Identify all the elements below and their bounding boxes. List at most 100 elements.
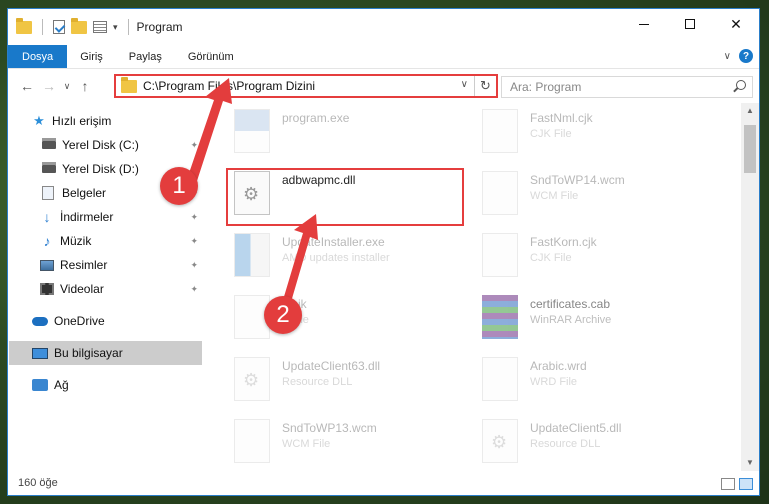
toolbar-divider (42, 19, 43, 35)
file-name: UpdateClient63.dll (282, 359, 381, 373)
toolbar-dropdown-icon[interactable]: ▾ (113, 22, 118, 33)
properties-check-icon[interactable] (53, 20, 65, 34)
address-folder-icon (121, 76, 137, 93)
videos-icon (40, 283, 54, 295)
search-input[interactable]: Ara: Program (501, 76, 753, 98)
sidebar-item-music[interactable]: ♪ Müzik ✦ (8, 229, 202, 253)
sidebar-item-label: Müzik (60, 234, 92, 248)
pin-icon[interactable]: ✦ (190, 236, 198, 247)
address-path[interactable]: C:\Program Files\Program Dizini (143, 79, 315, 93)
explorer-window: ▾ Program ✕ Dosya Giriş Paylaş Görünüm ∨… (7, 8, 760, 496)
sidebar-item-label: Videolar (60, 282, 104, 296)
file-item[interactable]: program.exe (220, 105, 466, 161)
file-item[interactable]: SndToWP13.wcm WCM File (220, 415, 466, 471)
file-item[interactable]: UpdateInstaller.exe AMD updates installer (220, 229, 466, 285)
scroll-down-icon[interactable]: ▼ (741, 455, 759, 471)
rar-icon (482, 295, 518, 339)
sidebar-item-label: Bu bilgisayar (54, 346, 123, 360)
sidebar-item-onedrive[interactable]: OneDrive (8, 309, 202, 333)
address-dropdown-icon[interactable]: ∨ (461, 79, 468, 90)
sidebar-item-label: Yerel Disk (C:) (62, 138, 139, 152)
search-icon (736, 80, 746, 90)
refresh-icon[interactable]: ↻ (474, 76, 496, 96)
file-item[interactable]: Arabic.wrd WRD File (468, 353, 714, 409)
file-name: UpdateInstaller.exe (282, 235, 385, 249)
star-icon: ★ (33, 113, 45, 128)
pictures-icon (40, 259, 54, 271)
file-list: program.exe adbwapmc.dll UpdateInstaller… (220, 103, 741, 471)
forward-button[interactable]: → (38, 78, 60, 94)
folder-icon (16, 17, 32, 34)
file-icon (482, 357, 518, 401)
minimize-button[interactable] (621, 9, 667, 39)
maximize-icon (685, 19, 695, 29)
file-item[interactable]: UpdateClient5.dll Resource DLL (468, 415, 714, 471)
pin-icon[interactable]: ✦ (190, 140, 198, 151)
tab-paylas[interactable]: Paylaş (116, 45, 175, 68)
file-type: WinRAR Archive (530, 314, 612, 326)
up-button[interactable]: ↑ (74, 78, 96, 94)
sidebar-item-pictures[interactable]: Resimler ✦ (8, 253, 202, 277)
customize-toolbar-icon[interactable] (93, 21, 107, 33)
details-view-icon[interactable] (721, 478, 735, 490)
onedrive-icon (32, 316, 48, 326)
scroll-thumb[interactable] (744, 125, 756, 173)
sidebar-item-downloads[interactable]: ↓ İndirmeler ✦ (8, 205, 202, 229)
sidebar-item-this-pc[interactable]: Bu bilgisayar (9, 341, 202, 365)
tiles-view-icon[interactable] (739, 478, 753, 490)
help-icon[interactable]: ? (739, 49, 753, 63)
file-icon (482, 233, 518, 277)
tab-gorunum[interactable]: Görünüm (175, 45, 247, 68)
file-highlight-box (226, 168, 464, 226)
address-bar[interactable]: C:\Program Files\Program Dizini ∨ ↻ (114, 74, 498, 98)
file-item[interactable]: FastNml.cjk CJK File (468, 105, 714, 161)
sidebar-item-label: İndirmeler (60, 210, 114, 224)
file-type: CJK File (530, 252, 572, 264)
close-button[interactable]: ✕ (713, 9, 759, 39)
sidebar-item-label: Belgeler (62, 186, 107, 200)
back-button[interactable]: ← (16, 78, 38, 94)
scroll-up-icon[interactable]: ▲ (741, 103, 759, 119)
sidebar-item-videos[interactable]: Videolar ✦ (8, 277, 202, 301)
file-name: certificates.cab (530, 297, 611, 311)
vertical-scrollbar[interactable]: ▲ ▼ (741, 103, 759, 471)
close-icon: ✕ (730, 15, 742, 32)
status-bar: 160 öğe (8, 471, 759, 495)
pin-icon[interactable]: ✦ (190, 284, 198, 295)
file-item[interactable]: certificates.cab WinRAR Archive (468, 291, 714, 347)
file-item[interactable]: ...cjk...File (220, 291, 466, 347)
sidebar-item-disk-c[interactable]: Yerel Disk (C:) ✦ (8, 133, 202, 157)
view-toggle (721, 478, 753, 490)
tab-dosya[interactable]: Dosya (8, 45, 68, 68)
file-name: SndToWP14.wcm (530, 173, 625, 187)
exe-icon (234, 109, 270, 153)
file-icon (482, 109, 518, 153)
search-placeholder: Ara: Program (510, 80, 582, 94)
file-icon (482, 171, 518, 215)
pin-icon[interactable]: ✦ (190, 260, 198, 271)
pin-icon[interactable]: ✦ (190, 212, 198, 223)
step-badge-1: 1 (160, 167, 198, 205)
sidebar-item-label: Hızlı erişim (52, 114, 112, 128)
file-item[interactable]: FastKorn.cjk CJK File (468, 229, 714, 285)
recent-locations-icon[interactable]: ∨ (60, 81, 74, 92)
disk-icon (42, 138, 56, 149)
sidebar-item-label: Ağ (54, 378, 69, 392)
maximize-button[interactable] (667, 9, 713, 39)
step-badge-2: 2 (264, 296, 302, 334)
ribbon-expand-icon[interactable]: ∨ (724, 51, 731, 62)
sidebar-item-quick-access[interactable]: ★ Hızlı erişim (8, 109, 202, 133)
sidebar-item-network[interactable]: Ağ (8, 373, 202, 397)
new-folder-icon[interactable] (71, 17, 87, 34)
file-name: Arabic.wrd (530, 359, 587, 373)
music-icon: ♪ (43, 233, 51, 249)
tab-giris[interactable]: Giriş (67, 45, 116, 68)
file-name: UpdateClient5.dll (530, 421, 622, 435)
item-count: 160 öğe (18, 477, 58, 489)
file-item[interactable]: UpdateClient63.dll Resource DLL (220, 353, 466, 409)
file-type: Resource DLL (282, 376, 353, 388)
disk-icon (42, 162, 56, 173)
ribbon-tabs: Dosya Giriş Paylaş Görünüm ∨ ? (8, 45, 759, 69)
sidebar-item-label: Resimler (60, 258, 108, 272)
file-item[interactable]: SndToWP14.wcm WCM File (468, 167, 714, 223)
